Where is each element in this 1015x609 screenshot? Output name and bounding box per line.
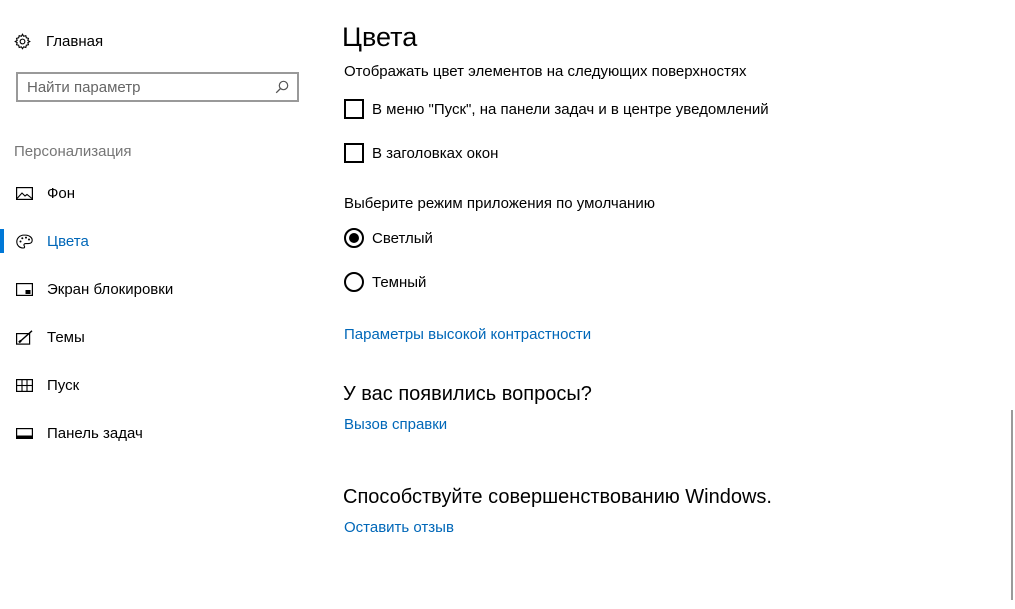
improve-heading: Способствуйте совершенствованию Windows. <box>343 486 772 508</box>
radio-button[interactable] <box>344 228 364 248</box>
sidebar-item-label: Экран блокировки <box>47 280 174 298</box>
search-input[interactable] <box>18 74 267 100</box>
sidebar-item-label: Панель задач <box>47 424 143 442</box>
palette-icon <box>15 233 33 249</box>
sidebar: Главная Персонализация Фон Цвета Экран б… <box>0 0 320 609</box>
search-box <box>16 72 299 102</box>
home-link[interactable]: Главная <box>14 29 103 53</box>
start-icon <box>15 377 33 393</box>
lock-screen-icon <box>15 281 33 297</box>
checkbox-title-bars[interactable]: В заголовках окон <box>344 141 498 165</box>
sidebar-item-label: Цвета <box>47 232 89 250</box>
checkbox-start-taskbar[interactable]: В меню "Пуск", на панели задач и в центр… <box>344 97 769 121</box>
radio-light[interactable]: Светлый <box>344 226 433 250</box>
section-title: Персонализация <box>14 143 132 160</box>
radio-button[interactable] <box>344 272 364 292</box>
sidebar-item-taskbar[interactable]: Панель задач <box>0 415 320 451</box>
picture-icon <box>15 185 33 201</box>
scrollbar[interactable] <box>1011 410 1013 600</box>
themes-icon <box>15 329 33 345</box>
taskbar-icon <box>15 425 33 441</box>
gear-icon <box>14 32 31 50</box>
page-title: Цвета <box>342 22 418 52</box>
sidebar-item-lock-screen[interactable]: Экран блокировки <box>0 271 320 307</box>
search-icon[interactable] <box>267 74 297 100</box>
app-mode-label: Выберите режим приложения по умолчанию <box>344 195 655 212</box>
radio-label: Светлый <box>372 229 433 247</box>
main-content: Цвета Отображать цвет элементов на следу… <box>342 0 983 609</box>
checkbox-box[interactable] <box>344 143 364 163</box>
sidebar-item-label: Пуск <box>47 376 80 394</box>
help-link[interactable]: Вызов справки <box>344 416 447 433</box>
feedback-link[interactable]: Оставить отзыв <box>344 519 454 536</box>
selection-indicator <box>0 229 4 253</box>
surfaces-label: Отображать цвет элементов на следующих п… <box>344 63 747 80</box>
home-label: Главная <box>46 32 104 50</box>
high-contrast-link[interactable]: Параметры высокой контрастности <box>344 326 591 343</box>
questions-heading: У вас появились вопросы? <box>343 383 592 405</box>
sidebar-item-start[interactable]: Пуск <box>0 367 320 403</box>
radio-dark[interactable]: Темный <box>344 270 426 294</box>
sidebar-item-label: Фон <box>47 184 76 202</box>
sidebar-item-label: Темы <box>47 328 85 346</box>
sidebar-item-themes[interactable]: Темы <box>0 319 320 355</box>
sidebar-item-background[interactable]: Фон <box>0 175 320 211</box>
sidebar-item-colors[interactable]: Цвета <box>0 223 320 259</box>
checkbox-label: В меню "Пуск", на панели задач и в центр… <box>372 100 769 118</box>
radio-label: Темный <box>372 273 427 291</box>
checkbox-box[interactable] <box>344 99 364 119</box>
checkbox-label: В заголовках окон <box>372 144 499 162</box>
